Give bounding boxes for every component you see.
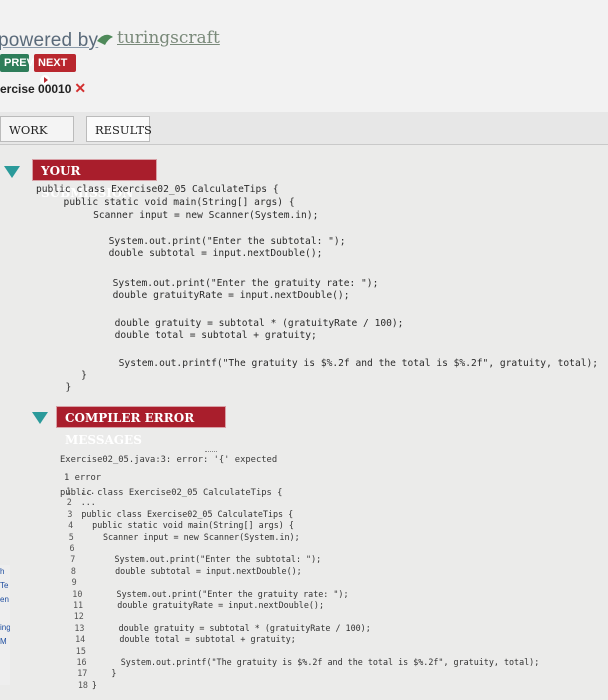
line-number: 18 <box>77 679 88 690</box>
code-line: Scanner input = new Scanner(System.in); <box>70 210 319 221</box>
code-line: double gratuity = subtotal * (gratuityRa… <box>80 318 404 329</box>
turingscraft-logo-icon <box>97 34 113 45</box>
fragment: h <box>0 567 5 576</box>
listing-line: double subtotal = input.nextDouble(); <box>84 565 302 576</box>
line-number: 5 <box>68 531 74 542</box>
fragment: en <box>0 595 9 604</box>
line-number: 10 <box>72 588 83 599</box>
tab-results[interactable]: RESULTS <box>86 116 152 142</box>
listing-line: ... <box>80 497 96 508</box>
triangle-down-icon[interactable] <box>4 166 20 178</box>
listing-line: public static void main(String[] args) { <box>82 520 294 531</box>
code-line: double subtotal = input.nextDouble(); <box>74 248 323 259</box>
listing-line: double gratuity = subtotal * (gratuityRa… <box>88 622 371 633</box>
submission-heading: YOUR SUBMISSION <box>32 159 157 200</box>
line-number: 6 <box>69 543 75 553</box>
line-number: 3 <box>67 508 73 519</box>
line-number: 15 <box>75 645 86 656</box>
code-line: System.out.print("Enter the gratuity rat… <box>78 278 379 289</box>
line-number: 16 <box>76 657 87 667</box>
line-number: 7 <box>70 554 76 565</box>
next-button[interactable]: NEXT <box>34 54 76 86</box>
code-line: double gratuityRate = input.nextDouble()… <box>78 290 350 301</box>
listing-line: } <box>91 679 97 690</box>
powered-by-label: powered by <box>0 30 99 51</box>
prev-button[interactable]: PREV <box>0 54 34 72</box>
fragment: M <box>0 637 7 646</box>
listing-line: public class Exercise02_05 CalculateTips… <box>81 508 294 519</box>
listing-line: double total = subtotal + gratuity; <box>89 634 296 645</box>
code-line: public static void main(String[] args) { <box>52 197 295 208</box>
x-mark-icon: ✕ <box>74 80 87 96</box>
code-line: } <box>54 382 72 393</box>
line-number: 8 <box>70 565 76 576</box>
line-number: 11 <box>73 600 84 610</box>
error-count: 1 error <box>64 473 102 483</box>
code-line: System.out.printf("The gratuity is $%.2f… <box>84 358 599 369</box>
code-line: System.out.print("Enter the subtotal: ")… <box>74 236 346 247</box>
line-number: 13 <box>74 622 85 633</box>
prev-label: PREV <box>4 57 34 69</box>
code-line: public class Exercise02_05 CalculateTips… <box>36 184 279 195</box>
exercise-status: ercise 00010 ✕ <box>0 80 86 97</box>
listing-line: } <box>91 668 117 679</box>
listing-line: System.out.print("Enter the subtotal: ")… <box>84 554 322 565</box>
line-number: 1 <box>66 486 72 496</box>
fragment: ing <box>0 623 10 632</box>
line-number: 14 <box>75 634 86 645</box>
code-line: double total = subtotal + gratuity; <box>80 330 317 341</box>
code-line: } <box>58 370 87 381</box>
compiler-errors-heading: COMPILER ERROR MESSAGES <box>56 406 226 447</box>
left-edge-fragments: h Te en ing M <box>0 565 10 685</box>
header: powered by turingscraft PREV NEXT ercise… <box>0 0 608 112</box>
listing-line: System.out.printf("The gratuity is $%.2f… <box>90 657 540 667</box>
line-number: 2 <box>66 497 72 508</box>
tab-bar: WORK AREA RESULTS <box>0 112 608 163</box>
tab-work-area[interactable]: WORK AREA <box>0 116 74 163</box>
error-line: Exercise02_05.java:3: error: '{' expecte… <box>60 455 278 465</box>
line-number: 9 <box>71 577 77 588</box>
listing-line: ... <box>80 486 96 496</box>
brand-name[interactable]: turingscraft <box>117 28 220 48</box>
line-number: 4 <box>68 520 74 531</box>
error-marker <box>205 448 217 452</box>
line-number: 17 <box>77 668 88 679</box>
listing-line: System.out.print("Enter the gratuity rat… <box>86 588 349 599</box>
triangle-down-icon[interactable] <box>32 412 48 424</box>
line-number: 12 <box>73 611 84 622</box>
next-label: NEXT <box>38 57 68 69</box>
exercise-label: ercise 00010 <box>0 82 72 96</box>
listing-line: double gratuityRate = input.nextDouble()… <box>87 600 324 610</box>
listing-line: Scanner input = new Scanner(System.in); <box>82 531 300 542</box>
fragment: Te <box>0 581 9 590</box>
